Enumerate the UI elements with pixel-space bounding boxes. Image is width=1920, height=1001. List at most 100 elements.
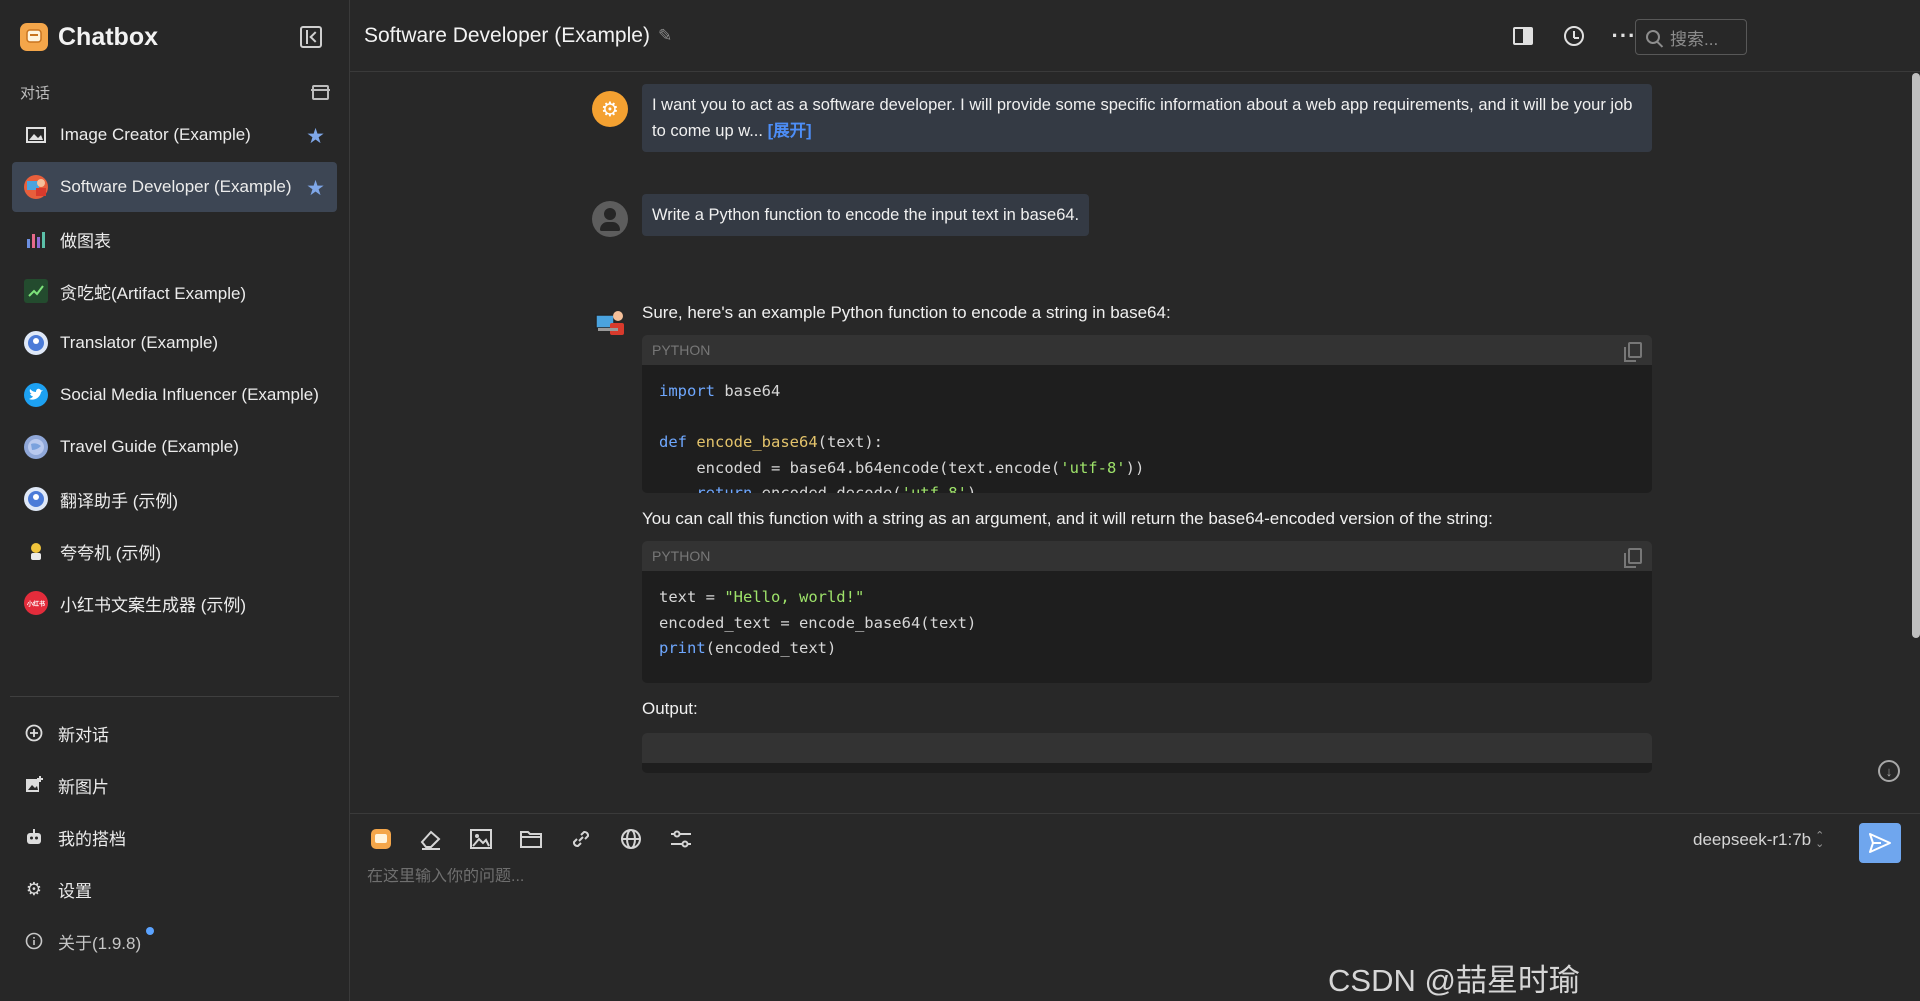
add-image-icon <box>24 775 44 795</box>
conversation-item[interactable]: 贪吃蛇(Artifact Example) <box>12 266 337 316</box>
conversation-item[interactable]: 翻译助手 (示例) <box>12 474 337 524</box>
code-language: PYTHON <box>652 342 711 358</box>
translator-avatar-icon <box>24 331 48 355</box>
assistant-intro-text: Sure, here's an example Python function … <box>642 303 1171 322</box>
conversation-label: 做图表 <box>60 231 111 251</box>
pencil-icon[interactable]: ✎ <box>658 26 672 46</box>
search-icon <box>1646 30 1660 44</box>
history-button[interactable] <box>1562 24 1586 48</box>
code-content: import base64 def encode_base64(text): e… <box>659 382 1145 493</box>
model-selector[interactable]: deepseek-r1:7b ⌃ ⌄ <box>1693 830 1824 850</box>
chevron-updown-icon: ⌃ ⌄ <box>1815 830 1825 850</box>
watermark: CSDN @喆星时瑜 <box>1328 963 1580 998</box>
star-icon[interactable]: ★ <box>306 176 325 201</box>
more-icon: ··· <box>1611 23 1637 48</box>
translator-avatar-icon <box>24 487 48 511</box>
code-block: PYTHON import base64 def encode_base64(t… <box>642 335 1652 493</box>
conversation-list: Image Creator (Example) ★ Software Devel… <box>0 110 349 628</box>
code-content: text = "Hello, world!" encoded_text = en… <box>659 588 977 657</box>
code-language: PYTHON <box>652 548 711 564</box>
developer-avatar-icon <box>24 175 48 199</box>
section-title: 对话 <box>20 84 51 102</box>
globe-avatar-icon <box>24 435 48 459</box>
history-icon <box>1564 26 1584 46</box>
conversation-label: Social Media Influencer (Example) <box>60 385 319 404</box>
new-chat-button[interactable]: 新对话 <box>12 707 337 759</box>
conversation-label: Travel Guide (Example) <box>60 437 239 456</box>
code-block-header: PYTHON <box>642 541 1652 571</box>
code-block-partial <box>642 733 1652 773</box>
image-icon[interactable] <box>468 826 494 852</box>
settings-button[interactable]: ⚙ 设置 <box>12 863 337 915</box>
panel-icon <box>1513 27 1533 45</box>
conversation-label: 翻译助手 (示例) <box>60 491 179 511</box>
toggle-panel-button[interactable] <box>1511 24 1535 48</box>
conversation-label: Image Creator (Example) <box>60 125 251 144</box>
sliders-icon[interactable] <box>668 826 694 852</box>
folder-icon[interactable] <box>518 826 544 852</box>
chatbox-logo-icon <box>20 23 48 51</box>
about-button[interactable]: 关于(1.9.8) <box>12 915 337 967</box>
code-block-header <box>642 733 1652 763</box>
user-avatar-icon <box>592 201 628 237</box>
code-block-header: PYTHON <box>642 335 1652 365</box>
conversation-item[interactable]: 夸夸机 (示例) <box>12 526 337 576</box>
conversation-item[interactable]: Social Media Influencer (Example) <box>12 370 337 420</box>
conversation-label: 夸夸机 (示例) <box>60 543 162 563</box>
praise-avatar-icon <box>24 539 48 563</box>
copy-icon[interactable] <box>1624 342 1642 362</box>
conversation-label: Translator (Example) <box>60 333 219 352</box>
scrollbar[interactable] <box>1912 73 1920 638</box>
sidebar-divider <box>10 696 339 697</box>
user-message-bubble: Write a Python function to encode the in… <box>642 194 1090 236</box>
sidebar-bottom-menu: 新对话 新图片 我的搭档 ⚙ 设置 关于(1.9.8) <box>12 707 337 967</box>
composer: deepseek-r1:7b ⌃ ⌄ <box>350 813 1920 1001</box>
globe-icon[interactable] <box>618 826 644 852</box>
conversation-label: Software Developer (Example) <box>60 177 292 196</box>
info-icon <box>24 931 44 951</box>
conversation-item[interactable]: 小红书 小红书文案生成器 (示例) <box>12 578 337 628</box>
conversation-item[interactable]: 做图表 <box>12 214 337 264</box>
collapse-sidebar-icon[interactable] <box>300 26 322 48</box>
message-list: ⚙ I want you to act as a software develo… <box>350 73 1920 813</box>
star-icon[interactable]: ★ <box>306 124 325 149</box>
more-button[interactable]: ··· <box>1612 24 1636 48</box>
conversation-label: 贪吃蛇(Artifact Example) <box>60 283 247 303</box>
update-badge <box>146 927 155 935</box>
expand-link[interactable]: [展开] <box>768 122 812 140</box>
message-input[interactable] <box>367 868 1467 886</box>
conversations-section-header: 对话 <box>0 74 349 110</box>
eraser-icon[interactable] <box>418 826 444 852</box>
developer-avatar-icon <box>592 305 628 341</box>
xiaohongshu-avatar-icon: 小红书 <box>24 591 48 615</box>
sidebar: Chatbox 对话 Image Creator (Example) ★ Sof… <box>0 0 350 1001</box>
conversation-label: 小红书文案生成器 (示例) <box>60 595 247 615</box>
brand: Chatbox <box>0 0 349 74</box>
code-block: PYTHON text = "Hello, world!" encoded_te… <box>642 541 1652 683</box>
conversation-item[interactable]: Image Creator (Example) ★ <box>12 110 337 160</box>
send-button[interactable] <box>1859 823 1901 863</box>
conversation-item[interactable]: Travel Guide (Example) <box>12 422 337 472</box>
link-icon[interactable] <box>568 826 594 852</box>
scroll-to-bottom-icon[interactable]: ↓ <box>1878 760 1900 782</box>
gear-icon: ⚙ <box>25 878 43 899</box>
chatbox-logo-icon[interactable] <box>368 826 394 852</box>
gear-icon: ⚙ <box>592 91 628 127</box>
chart-avatar-icon <box>24 227 48 251</box>
search-input[interactable]: 搜索... <box>1635 19 1747 55</box>
assistant-middle-text: You can call this function with a string… <box>642 509 1493 528</box>
copy-icon[interactable] <box>1624 548 1642 568</box>
conversation-item-active[interactable]: Software Developer (Example) ★ <box>12 162 337 212</box>
system-message-bubble: I want you to act as a software develope… <box>642 84 1652 152</box>
chat-main: Software Developer (Example) ✎ 搜索... ···… <box>350 0 1920 1001</box>
robot-icon <box>24 827 44 847</box>
app-name: Chatbox <box>58 22 158 51</box>
assistant-output-label: Output: <box>642 699 698 718</box>
composer-toolbar <box>368 826 718 852</box>
my-partners-button[interactable]: 我的搭档 <box>12 811 337 863</box>
twitter-avatar-icon <box>24 383 48 407</box>
new-image-button[interactable]: 新图片 <box>12 759 337 811</box>
archive-icon[interactable] <box>311 84 330 100</box>
image-icon <box>24 123 48 147</box>
conversation-item[interactable]: Translator (Example) <box>12 318 337 368</box>
